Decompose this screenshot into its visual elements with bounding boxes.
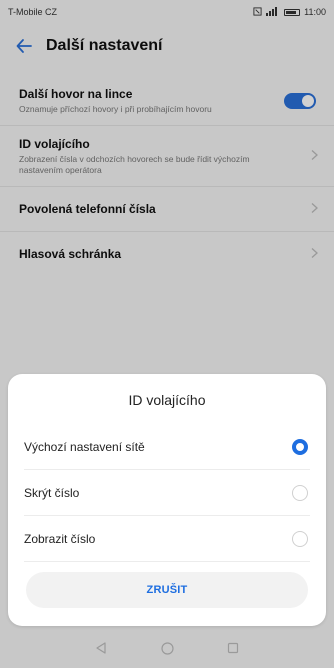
circle-home-icon[interactable] [159,640,175,656]
option-network-default[interactable]: Výchozí nastavení sítě [24,424,310,470]
triangle-back-icon[interactable] [93,640,109,656]
radio-unselected[interactable] [292,484,308,501]
dialog-title: ID volajícího [128,392,206,408]
option-label: Výchozí nastavení sítě [24,439,145,454]
system-nav-bar [0,628,334,668]
option-show-number[interactable]: Zobrazit číslo [24,516,310,562]
phone-screen: T-Mobile CZ 11:00 Další nastavení Další … [0,0,334,668]
radio-unselected[interactable] [292,530,308,547]
caller-id-dialog: ID volajícího Výchozí nastavení sítě Skr… [8,374,326,626]
radio-selected[interactable] [292,438,308,455]
option-hide-number[interactable]: Skrýt číslo [24,470,310,516]
square-recent-icon[interactable] [225,640,241,656]
option-label: Zobrazit číslo [24,531,96,546]
option-label: Skrýt číslo [24,485,80,500]
cancel-button[interactable]: ZRUŠIT [26,572,308,608]
